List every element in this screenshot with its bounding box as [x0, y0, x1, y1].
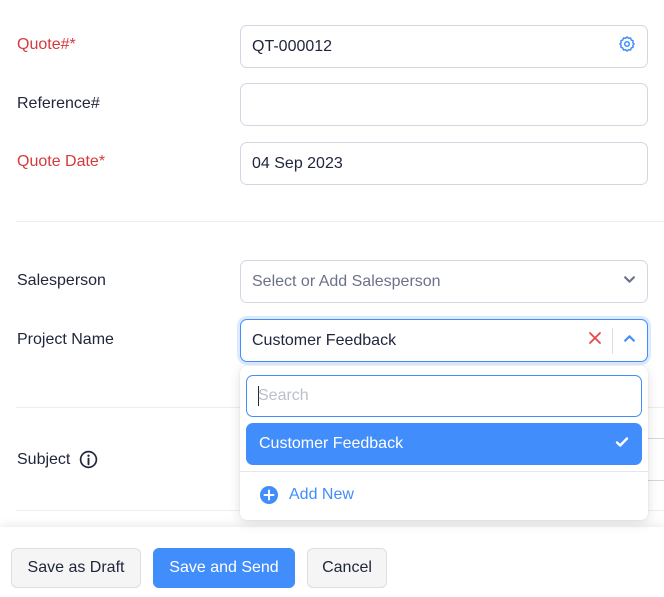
chevron-down-icon[interactable]	[623, 273, 636, 291]
search-input[interactable]	[258, 387, 630, 405]
info-icon[interactable]	[79, 450, 98, 469]
quote-number-label: Quote#*	[17, 36, 76, 53]
quote-date-value: 04 Sep 2023	[252, 154, 343, 172]
add-new-label: Add New	[289, 486, 354, 503]
subject-label: Subject	[17, 450, 71, 468]
check-icon	[615, 435, 629, 453]
quote-date-field[interactable]: 04 Sep 2023	[240, 142, 648, 185]
separator	[612, 327, 613, 354]
quote-number-value: QT-000012	[252, 37, 333, 55]
save-as-draft-button[interactable]: Save as Draft	[11, 548, 141, 588]
save-and-send-button[interactable]: Save and Send	[153, 548, 295, 588]
salesperson-label: Salesperson	[17, 272, 106, 289]
gear-icon[interactable]	[618, 35, 636, 58]
quote-date-label: Quote Date*	[17, 153, 106, 170]
chevron-up-icon[interactable]	[623, 332, 636, 350]
dropdown-option[interactable]: Customer Feedback	[246, 423, 642, 465]
project-name-value: Customer Feedback	[252, 331, 397, 349]
quote-number-field[interactable]: QT-000012	[240, 25, 648, 68]
salesperson-placeholder: Select or Add Salesperson	[252, 272, 441, 290]
dropdown-divider	[240, 471, 648, 472]
project-name-select[interactable]: Customer Feedback	[240, 319, 648, 362]
reference-field[interactable]	[240, 83, 648, 126]
footer-action-bar: Save as Draft Save and Send Cancel	[0, 527, 664, 597]
section-divider	[16, 221, 664, 222]
option-label: Customer Feedback	[259, 435, 404, 452]
close-icon[interactable]	[588, 331, 612, 350]
cancel-button[interactable]: Cancel	[307, 548, 387, 588]
project-name-label: Project Name	[17, 331, 114, 348]
reference-label: Reference#	[17, 95, 100, 112]
salesperson-select[interactable]: Select or Add Salesperson	[240, 260, 648, 303]
subject-label-group: Subject	[17, 450, 98, 469]
plus-circle-icon	[260, 486, 278, 504]
project-dropdown: Customer Feedback Add New	[240, 366, 648, 520]
dropdown-search[interactable]	[246, 375, 642, 417]
add-new-button[interactable]: Add New	[260, 483, 354, 507]
